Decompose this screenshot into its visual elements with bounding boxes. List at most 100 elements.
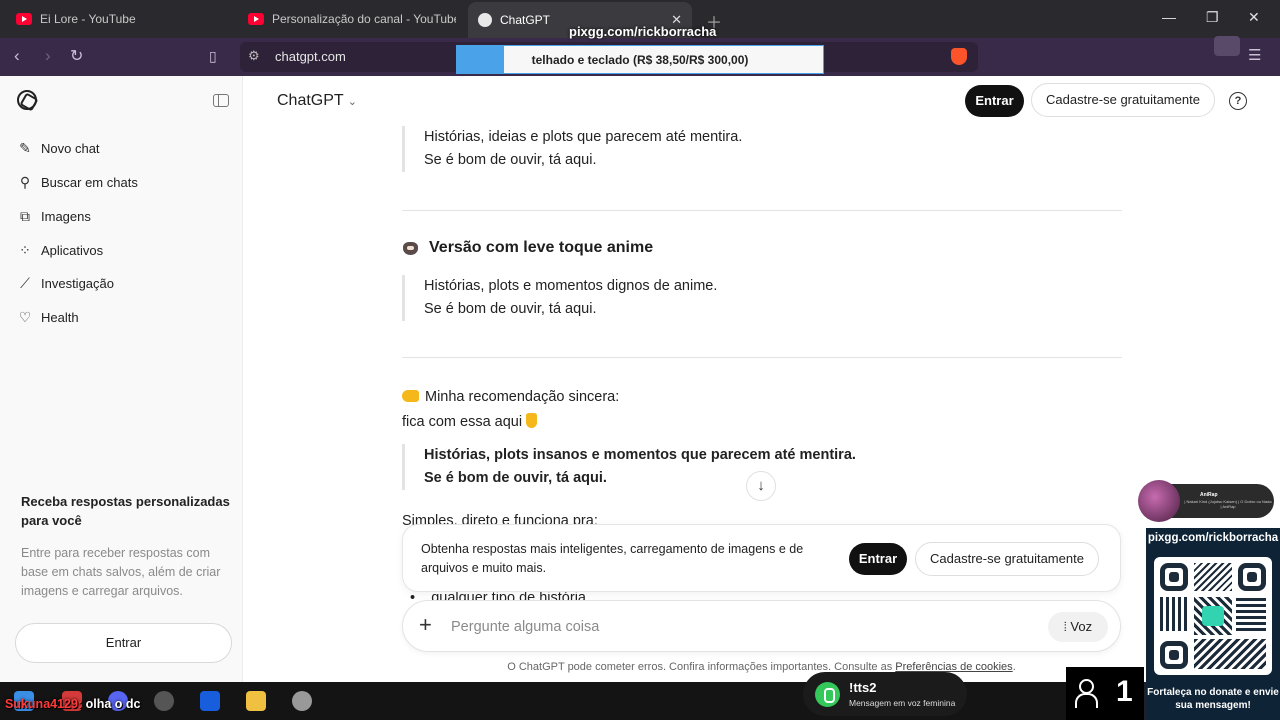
divider bbox=[402, 210, 1122, 211]
qr-logo-icon bbox=[1202, 606, 1224, 626]
conversation: Histórias, ideias e plots que parecem at… bbox=[244, 124, 1280, 682]
microphone-icon bbox=[815, 682, 840, 707]
site-settings-icon[interactable]: ⚙ bbox=[248, 48, 260, 64]
chevron-down-icon: ⌄ bbox=[347, 96, 357, 108]
tts-overlay: !tts2 Mensagem em voz feminina bbox=[803, 672, 967, 716]
app-icon[interactable] bbox=[154, 691, 174, 711]
recommendation-text: Minha recomendação sincera: bbox=[425, 389, 620, 405]
tab-label: Personalização do canal - YouTube St bbox=[272, 12, 456, 26]
heart-icon: ♡ bbox=[18, 308, 32, 325]
upsell-signup-button[interactable]: Cadastre-se gratuitamente bbox=[915, 542, 1099, 576]
promo-title: Receba respostas personalizadas para voc… bbox=[21, 494, 230, 528]
collapse-sidebar-icon[interactable] bbox=[213, 94, 229, 107]
sidebar-login-button[interactable]: Entrar bbox=[15, 623, 232, 663]
section-heading-text: Versão com leve toque anime bbox=[429, 239, 654, 256]
qr-pattern bbox=[1194, 639, 1266, 669]
sidebar-item-health[interactable]: ♡ Health bbox=[17, 306, 79, 328]
disclaimer-suffix: . bbox=[1012, 661, 1016, 673]
qr-code bbox=[1154, 557, 1272, 675]
address-text: chatgpt.com bbox=[275, 49, 346, 64]
viewer-count: 1 bbox=[1116, 675, 1133, 708]
sidebar-item-label: Imagens bbox=[41, 208, 91, 224]
now-playing-overlay: AniRap | Nakari Kind (Jujutsu Kaisen) | … bbox=[1138, 480, 1274, 522]
telescope-icon: ⟋ bbox=[20, 274, 30, 291]
stream-url-overlay: pixgg.com/rickborracha bbox=[569, 24, 717, 39]
recommendation-line: Minha recomendação sincera: bbox=[402, 389, 619, 405]
qr-url: pixgg.com/rickborracha bbox=[1147, 532, 1279, 544]
upsell-card: Obtenha respostas mais inteligentes, car… bbox=[402, 524, 1121, 592]
help-icon[interactable]: ? bbox=[1229, 92, 1247, 110]
youtube-icon bbox=[248, 13, 264, 25]
now-playing-subtitle: | Nakari Kind (Jujutsu Kaisen) | O Dobro… bbox=[1184, 499, 1272, 509]
tab-youtube-lore[interactable]: Ei Lore - YouTube bbox=[6, 4, 238, 34]
bookmark-icon[interactable]: ▯ bbox=[209, 48, 217, 65]
window-close-icon[interactable]: ✕ bbox=[1248, 9, 1260, 26]
upsell-text: Obtenha respostas mais inteligentes, car… bbox=[421, 542, 804, 575]
plus-icon[interactable]: + bbox=[419, 612, 432, 638]
youtube-icon bbox=[16, 13, 32, 25]
forward-icon[interactable]: › bbox=[45, 46, 51, 66]
qr-pattern bbox=[1194, 563, 1232, 591]
section-heading: Versão com leve toque anime bbox=[402, 239, 653, 257]
users-icon bbox=[1075, 679, 1105, 708]
tts-title: !tts2 bbox=[849, 680, 877, 695]
prompt-input[interactable] bbox=[451, 616, 1011, 638]
avatar bbox=[1138, 480, 1180, 522]
sidebar-item-new-chat[interactable]: ✎ Novo chat bbox=[17, 137, 100, 159]
sidebar-item-label: Investigação bbox=[41, 275, 114, 291]
pick-line: fica com essa aqui bbox=[402, 413, 538, 430]
qr-footer: Fortaleça no donate e envie sua mensagem… bbox=[1147, 687, 1279, 711]
chat-header: ChatGPT ⌄ Entrar Cadastre-se gratuitament… bbox=[244, 76, 1280, 124]
sidebar-item-research[interactable]: ⟋ Investigação bbox=[17, 272, 114, 294]
model-selector[interactable]: ChatGPT ⌄ bbox=[277, 92, 357, 110]
menu-icon[interactable]: ☰ bbox=[1248, 46, 1261, 64]
screen: Ei Lore - YouTube Personalização do cana… bbox=[0, 0, 1280, 720]
model-name: ChatGPT bbox=[277, 92, 344, 109]
search-icon: ⚲ bbox=[19, 173, 31, 190]
tab-youtube-studio[interactable]: Personalização do canal - YouTube St bbox=[238, 4, 466, 34]
sidebar-item-label: Buscar em chats bbox=[41, 174, 138, 190]
divider bbox=[402, 357, 1122, 358]
profile-icon[interactable] bbox=[1214, 36, 1240, 56]
now-playing-title: AniRap bbox=[1200, 492, 1218, 498]
tab-label: ChatGPT bbox=[500, 13, 551, 27]
reload-icon[interactable]: ↻ bbox=[70, 46, 83, 66]
image-icon: ⧉ bbox=[20, 207, 30, 224]
brave-shield-icon[interactable] bbox=[951, 48, 967, 65]
bitwarden-icon[interactable] bbox=[200, 691, 220, 711]
voice-button[interactable]: ⦙ Voz bbox=[1048, 612, 1108, 642]
qr-finder bbox=[1160, 563, 1188, 591]
scroll-down-button[interactable]: ↓ bbox=[746, 471, 776, 501]
chat-username: Sukuna4129: bbox=[5, 697, 83, 711]
promo-text: Entre para receber respostas com base em… bbox=[21, 546, 221, 598]
maximize-icon[interactable]: ❐ bbox=[1206, 9, 1219, 26]
qr-finder bbox=[1238, 563, 1266, 591]
sidebar: ✎ Novo chat ⚲ Buscar em chats ⧉ Imagens … bbox=[0, 76, 243, 682]
sidebar-item-images[interactable]: ⧉ Imagens bbox=[17, 205, 91, 227]
quote-line: Histórias, ideias e plots que parecem at… bbox=[424, 129, 743, 145]
sidebar-item-label: Novo chat bbox=[41, 140, 100, 156]
disclaimer: O ChatGPT pode cometer erros. Confira in… bbox=[402, 661, 1121, 673]
minimize-icon[interactable]: — bbox=[1162, 9, 1176, 25]
tab-label: Ei Lore - YouTube bbox=[40, 12, 136, 26]
sidebar-item-label: Health bbox=[41, 309, 79, 325]
openai-logo-icon[interactable] bbox=[17, 90, 37, 110]
tts-subtitle: Mensagem em voz feminina bbox=[849, 698, 956, 708]
app-icon[interactable] bbox=[292, 691, 312, 711]
quote-line: Se é bom de ouvir, tá aqui. bbox=[424, 152, 597, 168]
waveform-icon: ⦙ bbox=[1063, 619, 1067, 634]
header-signup-button[interactable]: Cadastre-se gratuitamente bbox=[1031, 83, 1215, 117]
sidebar-item-apps[interactable]: ⁘ Aplicativos bbox=[17, 239, 103, 261]
quote-line: Histórias, plots insanos e momentos que … bbox=[424, 447, 856, 463]
folder-icon[interactable] bbox=[246, 691, 266, 711]
header-login-button[interactable]: Entrar bbox=[965, 85, 1024, 117]
viewer-count-overlay: 1 bbox=[1066, 667, 1144, 720]
sidebar-item-search[interactable]: ⚲ Buscar em chats bbox=[17, 171, 138, 193]
back-icon[interactable]: ‹ bbox=[14, 46, 20, 66]
composer: + ⦙ Voz bbox=[402, 600, 1121, 652]
donation-goal-text: telhado e teclado (R$ 38,50/R$ 300,00) bbox=[531, 53, 749, 67]
upsell-login-button[interactable]: Entrar bbox=[849, 543, 907, 575]
pointing-down-icon bbox=[526, 413, 538, 428]
edit-icon: ✎ bbox=[19, 139, 31, 156]
anime-face-icon bbox=[402, 240, 420, 256]
